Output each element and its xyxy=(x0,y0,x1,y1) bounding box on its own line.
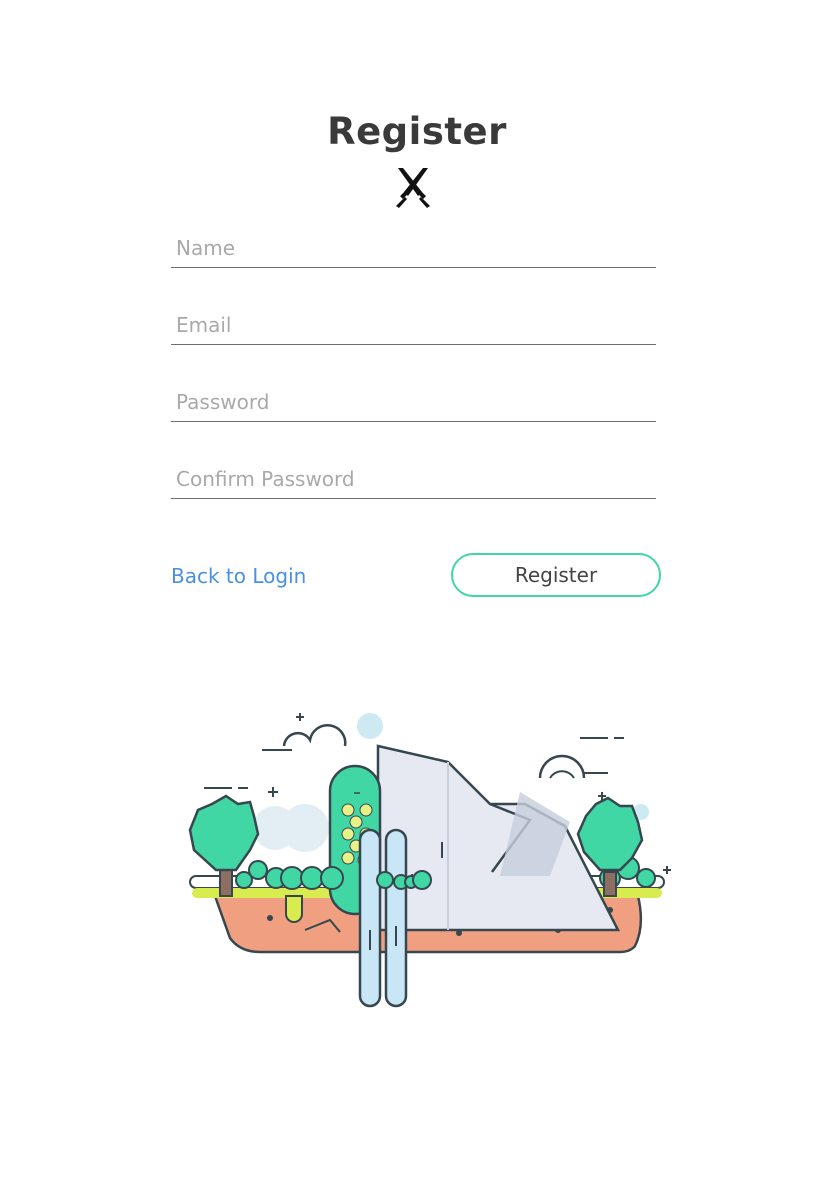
confirm-password-field[interactable] xyxy=(171,459,656,499)
back-to-login-link[interactable]: Back to Login xyxy=(171,561,306,591)
crossed-swords-icon xyxy=(396,168,430,208)
page-title: Register xyxy=(327,110,507,153)
register-button[interactable]: Register xyxy=(451,553,661,597)
name-field[interactable] xyxy=(171,228,656,268)
password-field[interactable] xyxy=(171,382,656,422)
email-field[interactable] xyxy=(171,305,656,345)
floating-island-illustration xyxy=(188,713,671,1008)
